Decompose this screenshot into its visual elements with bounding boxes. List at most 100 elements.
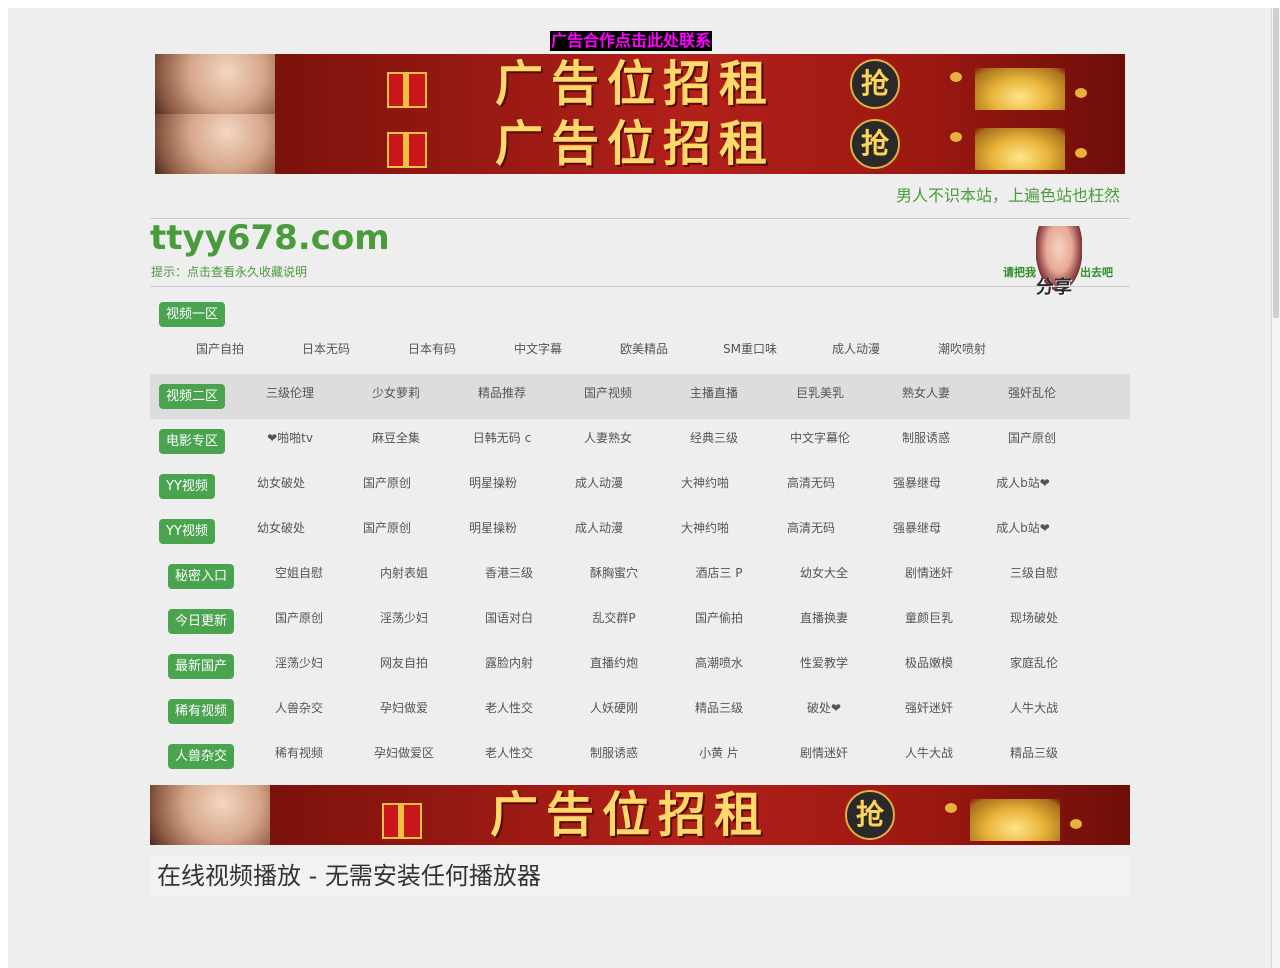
vertical-scrollbar[interactable] xyxy=(1271,8,1280,968)
scrollbar-thumb[interactable] xyxy=(1273,8,1279,318)
nav-link[interactable]: 空姐自慰 xyxy=(246,565,352,581)
nav-link[interactable]: 日韩无码 c xyxy=(449,430,555,446)
nav-link[interactable]: 大神约啪 xyxy=(652,475,758,491)
nav-link[interactable]: 酥胸蜜穴 xyxy=(561,565,667,581)
nav-link[interactable]: 国产自拍 xyxy=(167,341,273,357)
nav-link[interactable]: 孕妇做爱 xyxy=(351,700,457,716)
nav-link[interactable]: 制服诱惑 xyxy=(561,745,667,761)
nav-link[interactable]: 乱交群P xyxy=(561,610,667,626)
nav-link[interactable]: 露脸内射 xyxy=(456,655,562,671)
nav-link[interactable]: 人兽杂交 xyxy=(246,700,352,716)
nav-link[interactable]: 成人b站❤ xyxy=(970,475,1076,491)
nav-link[interactable]: SM重口味 xyxy=(697,341,803,357)
nav-link[interactable]: 老人性交 xyxy=(456,700,562,716)
nav-link[interactable]: 日本有码 xyxy=(379,341,485,357)
nav-link[interactable]: 孕妇做爱区 xyxy=(351,745,457,761)
nav-link[interactable]: 国产原创 xyxy=(979,430,1085,446)
nav-link[interactable]: 国产偷拍 xyxy=(666,610,772,626)
nav-link[interactable]: 明星操粉 xyxy=(440,475,546,491)
nav-link[interactable]: 人妻熟女 xyxy=(555,430,661,446)
nav-link[interactable]: 日本无码 xyxy=(273,341,379,357)
nav-link[interactable]: 强暴继母 xyxy=(864,520,970,536)
nav-link[interactable]: 高清无码 xyxy=(758,475,864,491)
nav-link[interactable]: 直播约炮 xyxy=(561,655,667,671)
nav-link[interactable]: 淫荡少妇 xyxy=(246,655,352,671)
nav-link[interactable]: 国产视频 xyxy=(555,385,661,401)
ad-banner-bottom[interactable]: 广告位招租 抢 xyxy=(150,785,1130,845)
category-label[interactable]: 人兽杂交 xyxy=(168,744,235,769)
category-label[interactable]: 稀有视频 xyxy=(168,699,235,724)
nav-link[interactable]: 小黄 片 xyxy=(666,745,772,761)
category-label[interactable]: 今日更新 xyxy=(168,609,235,634)
nav-link[interactable]: 中文字幕 xyxy=(485,341,591,357)
category-label[interactable]: YY视频 xyxy=(159,474,215,499)
nav-link[interactable]: 高清无码 xyxy=(758,520,864,536)
ad-banner-1[interactable]: 广告位招租 抢 xyxy=(155,54,1125,114)
nav-link[interactable]: 人牛大战 xyxy=(981,700,1087,716)
nav-link[interactable]: 老人性交 xyxy=(456,745,562,761)
nav-link[interactable]: 性爱教学 xyxy=(771,655,877,671)
nav-link[interactable]: 潮吹喷射 xyxy=(909,341,1015,357)
ad-banner-2[interactable]: 广告位招租 抢 xyxy=(155,114,1125,174)
site-logo-link[interactable]: ttyy678.com xyxy=(150,218,390,258)
category-label[interactable]: 视频一区 xyxy=(159,302,226,327)
nav-link[interactable]: 国产原创 xyxy=(246,610,352,626)
nav-link[interactable]: 制服诱惑 xyxy=(873,430,979,446)
nav-link[interactable]: 成人b站❤ xyxy=(970,520,1076,536)
nav-link[interactable]: 幼女破处 xyxy=(228,475,334,491)
category-label[interactable]: 视频二区 xyxy=(159,384,226,409)
nav-link[interactable]: 三级伦理 xyxy=(237,385,343,401)
nav-link[interactable]: 成人动漫 xyxy=(546,475,652,491)
nav-link[interactable]: 剧情迷奸 xyxy=(876,565,982,581)
bookmark-tip-link[interactable]: 提示：点击查看永久收藏说明 xyxy=(151,264,307,280)
nav-link[interactable]: 国产原创 xyxy=(334,475,440,491)
nav-link[interactable]: 成人动漫 xyxy=(803,341,909,357)
nav-link[interactable]: 成人动漫 xyxy=(546,520,652,536)
nav-link[interactable]: 精品三级 xyxy=(666,700,772,716)
nav-link[interactable]: 熟女人妻 xyxy=(873,385,979,401)
category-label[interactable]: 电影专区 xyxy=(159,429,226,454)
nav-link[interactable]: 强奸乱伦 xyxy=(979,385,1085,401)
nav-link[interactable]: 欧美精品 xyxy=(591,341,697,357)
nav-link[interactable]: 强暴继母 xyxy=(864,475,970,491)
nav-link[interactable]: 家庭乱伦 xyxy=(981,655,1087,671)
category-label[interactable]: 秘密入口 xyxy=(168,564,235,589)
nav-link[interactable]: 麻豆全集 xyxy=(343,430,449,446)
nav-row-latest-domestic: 最新国产 淫荡少妇 网友自拍 露脸内射 直播约炮 高潮喷水 性爱教学 极品嫩模 … xyxy=(150,644,1130,689)
nav-link[interactable]: 精品三级 xyxy=(981,745,1087,761)
nav-link[interactable]: 高潮喷水 xyxy=(666,655,772,671)
nav-link[interactable]: 幼女破处 xyxy=(228,520,334,536)
nav-link[interactable]: 巨乳美乳 xyxy=(767,385,873,401)
nav-link[interactable]: 现场破处 xyxy=(981,610,1087,626)
nav-link[interactable]: ❤啪啪tv xyxy=(237,430,343,446)
nav-link[interactable]: 大神约啪 xyxy=(652,520,758,536)
nav-row-rare-video: 稀有视频 人兽杂交 孕妇做爱 老人性交 人妖硬刚 精品三级 破处❤ 强奸迷奸 人… xyxy=(150,689,1130,734)
category-label[interactable]: 最新国产 xyxy=(168,654,235,679)
ad-contact-link[interactable]: 广告合作点击此处联系 xyxy=(550,31,713,51)
nav-link[interactable]: 直播换妻 xyxy=(771,610,877,626)
nav-link[interactable]: 香港三级 xyxy=(456,565,562,581)
nav-link[interactable]: 网友自拍 xyxy=(351,655,457,671)
category-label[interactable]: YY视频 xyxy=(159,519,215,544)
nav-link[interactable]: 剧情迷奸 xyxy=(771,745,877,761)
nav-link[interactable]: 经典三级 xyxy=(661,430,767,446)
nav-link[interactable]: 破处❤ xyxy=(771,700,877,716)
nav-link[interactable]: 精品推荐 xyxy=(449,385,555,401)
nav-link[interactable]: 国产原创 xyxy=(334,520,440,536)
nav-link[interactable]: 童颜巨乳 xyxy=(876,610,982,626)
nav-link[interactable]: 稀有视频 xyxy=(246,745,352,761)
nav-link[interactable]: 幼女大全 xyxy=(771,565,877,581)
nav-link[interactable]: 淫荡少妇 xyxy=(351,610,457,626)
nav-link[interactable]: 少女萝莉 xyxy=(343,385,449,401)
nav-link[interactable]: 强奸迷奸 xyxy=(876,700,982,716)
nav-link[interactable]: 人妖硬刚 xyxy=(561,700,667,716)
nav-link[interactable]: 主播直播 xyxy=(661,385,767,401)
nav-link[interactable]: 极品嫩模 xyxy=(876,655,982,671)
nav-link[interactable]: 人牛大战 xyxy=(876,745,982,761)
nav-link[interactable]: 国语对白 xyxy=(456,610,562,626)
nav-link[interactable]: 三级自慰 xyxy=(981,565,1087,581)
nav-link[interactable]: 中文字幕伦 xyxy=(767,430,873,446)
nav-link[interactable]: 明星操粉 xyxy=(440,520,546,536)
nav-link[interactable]: 酒店三 P xyxy=(666,565,772,581)
nav-link[interactable]: 内射表姐 xyxy=(351,565,457,581)
